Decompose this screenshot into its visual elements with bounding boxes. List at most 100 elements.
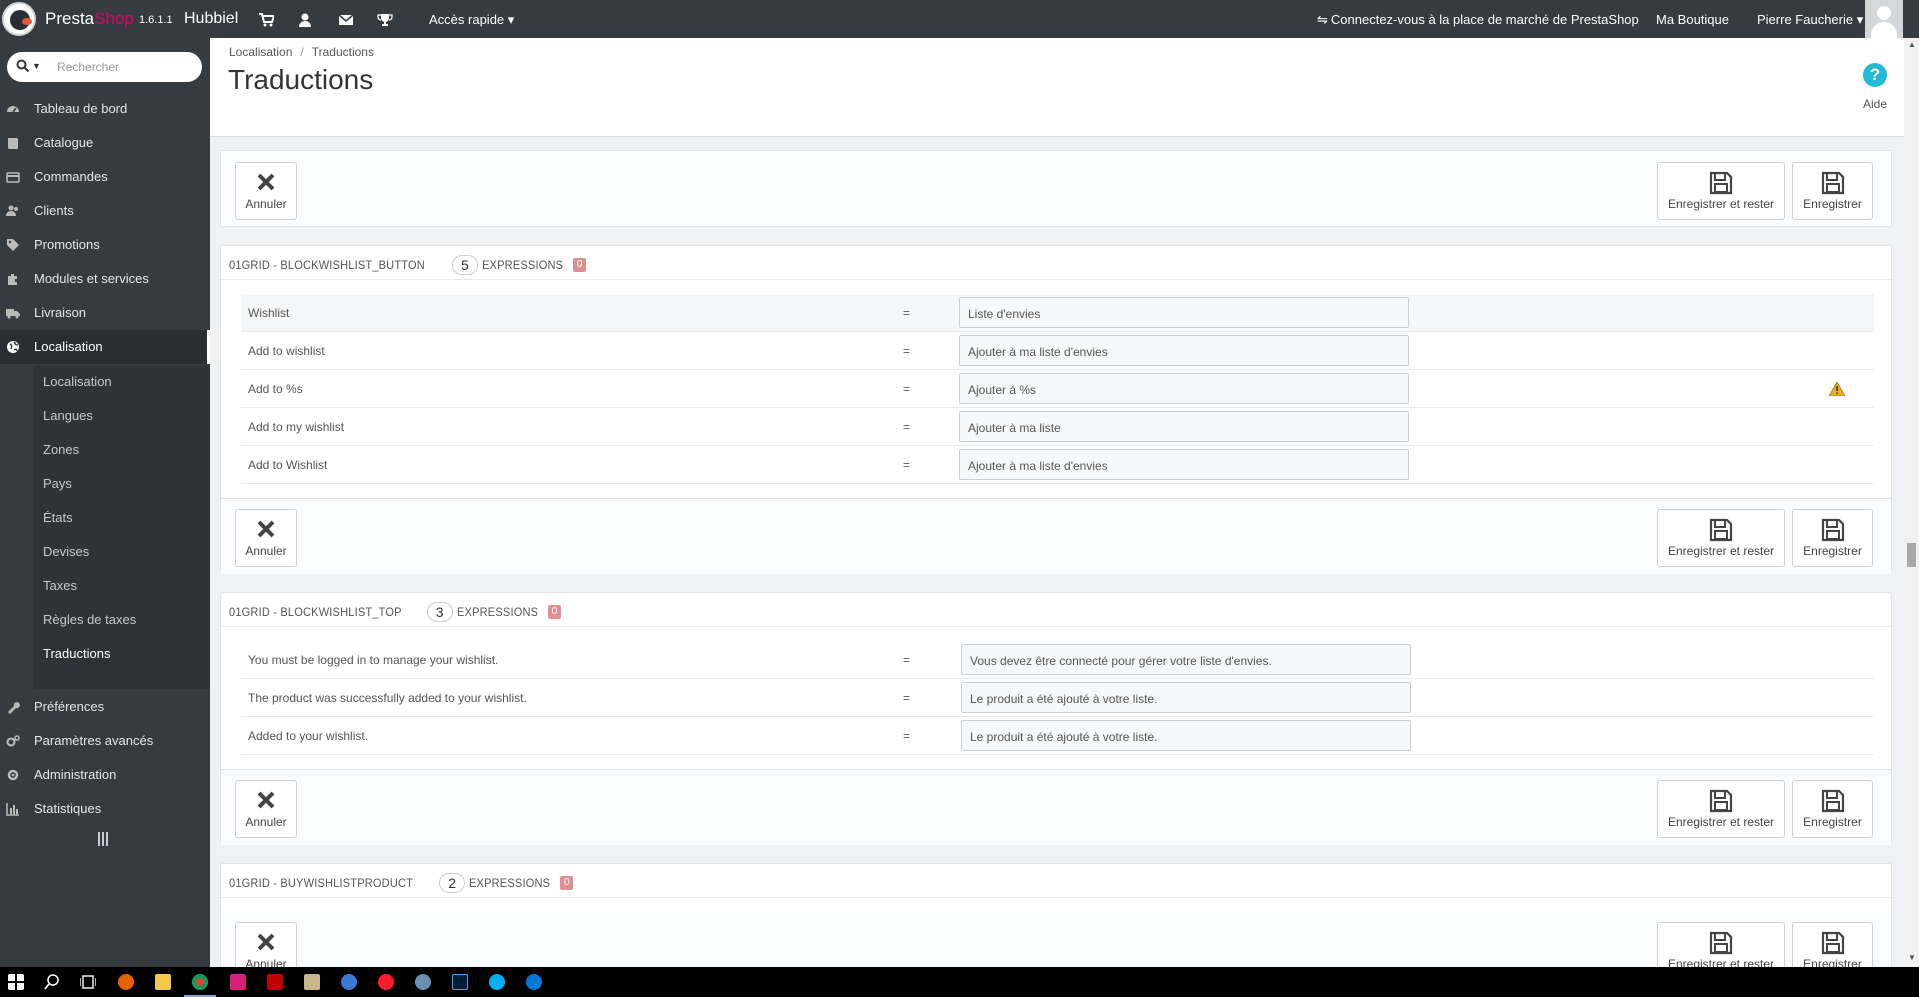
submenu-item-localization[interactable]: Localisation [43, 374, 112, 389]
save-and-stay-button[interactable]: Enregistrer et rester [1657, 162, 1785, 220]
equals-sign: = [903, 458, 911, 472]
submenu-item-zones[interactable]: Zones [43, 442, 79, 457]
collapse-sidebar-icon[interactable] [98, 832, 110, 846]
scrollbar[interactable]: ▲ ▼ [1904, 38, 1919, 967]
submenu-item-translations[interactable]: Traductions [43, 646, 110, 661]
translation-input[interactable]: Le produit a été ajouté à votre liste. [961, 720, 1411, 751]
section-header: 01GRID - BLOCKWISHLIST_TOP 3 EXPRESSIONS… [229, 602, 561, 622]
sidebar-item-advanced-params[interactable]: Paramètres avancés [0, 724, 210, 758]
submenu-item-currencies[interactable]: Devises [43, 544, 89, 559]
panel-footer: Annuler Enregistrer et rester Enregistre… [221, 498, 1891, 574]
sidebar-item-administration[interactable]: Administration [0, 758, 210, 792]
sidebar-item-preferences[interactable]: Préférences [0, 690, 210, 724]
user-icon[interactable] [297, 12, 313, 28]
translation-input[interactable]: Ajouter à %s [959, 373, 1409, 404]
filezilla-icon[interactable] [267, 974, 283, 990]
expressions-label: EXPRESSIONS [469, 876, 551, 890]
translation-row: The product was successfully added to yo… [241, 679, 1874, 717]
search-box[interactable]: ▼ Rechercher [7, 52, 202, 82]
file-explorer-icon[interactable] [155, 974, 171, 990]
floppy-disk-icon [1709, 789, 1733, 813]
sidebar-item-modules[interactable]: Modules et services [0, 262, 210, 296]
submenu-item-taxes[interactable]: Taxes [43, 578, 77, 593]
floppy-disk-icon [1709, 171, 1733, 195]
scroll-up-arrow-icon[interactable]: ▲ [1908, 40, 1916, 49]
sidebar-item-orders[interactable]: Commandes [0, 160, 210, 194]
section-header: 01GRID - BUYWISHLISTPRODUCT 2 EXPRESSION… [229, 873, 574, 893]
submenu-item-tax-rules[interactable]: Règles de taxes [43, 612, 136, 627]
equals-sign: = [903, 344, 911, 358]
firefox-icon[interactable] [118, 974, 134, 990]
equals-sign: = [903, 729, 911, 743]
envelope-icon[interactable] [338, 12, 354, 28]
my-shop-link[interactable]: Ma Boutique [1656, 12, 1729, 27]
expression-count-badge: 3 [426, 602, 453, 622]
cart-icon[interactable] [258, 12, 274, 28]
translation-section: 01GRID - BLOCKWISHLIST_TOP 3 EXPRESSIONS… [220, 592, 1892, 845]
breadcrumb-item[interactable]: Localisation [229, 45, 292, 59]
search-icon[interactable] [44, 974, 60, 990]
cancel-button[interactable]: Annuler [235, 162, 297, 220]
translation-row: Add to my wishlist = Ajouter à ma liste [241, 408, 1874, 446]
help-label[interactable]: Aide [1863, 97, 1893, 111]
exchange-icon: ⇋ [1317, 12, 1328, 27]
shop-name[interactable]: Hubbiel [184, 10, 238, 28]
photoshop-icon[interactable] [452, 974, 468, 990]
app-icon[interactable] [415, 974, 431, 990]
translation-input[interactable]: Vous devez être connecté pour gérer votr… [961, 644, 1411, 675]
translation-input[interactable]: Ajouter à ma liste [959, 411, 1409, 442]
source-string: Added to your wishlist. [248, 729, 369, 743]
breadcrumb-item[interactable]: Traductions [312, 45, 374, 59]
user-menu[interactable]: Pierre Faucherie ▾ [1757, 12, 1863, 28]
scrollbar-thumb[interactable] [1907, 543, 1916, 567]
translation-input[interactable]: Ajouter à ma liste d'envies [959, 335, 1409, 366]
task-view-icon[interactable] [80, 974, 96, 990]
help-icon[interactable]: ? [1863, 63, 1887, 87]
avatar[interactable] [1865, 0, 1903, 38]
sidebar-item-statistics[interactable]: Statistiques [0, 792, 210, 826]
sidebar-item-dashboard[interactable]: Tableau de bord [0, 92, 210, 126]
trophy-icon[interactable] [377, 12, 393, 28]
equals-sign: = [903, 420, 911, 434]
submenu-item-countries[interactable]: Pays [43, 476, 72, 491]
taskbar [0, 967, 1919, 997]
save-and-stay-button[interactable]: Enregistrer et rester [1657, 509, 1785, 567]
scroll-down-arrow-icon[interactable]: ▼ [1908, 953, 1916, 962]
warning-icon [1829, 382, 1845, 396]
save-button[interactable]: Enregistrer [1792, 509, 1873, 567]
sidebar-item-catalog[interactable]: Catalogue [0, 126, 210, 160]
app-icon[interactable] [341, 974, 357, 990]
panel-footer: Annuler Enregistrer et rester Enregistre… [221, 769, 1891, 845]
equals-sign: = [903, 653, 911, 667]
sidebar-item-shipping[interactable]: Livraison [0, 296, 210, 330]
expressions-label: EXPRESSIONS [456, 605, 538, 619]
save-and-stay-button[interactable]: Enregistrer et rester [1657, 780, 1785, 838]
sidebar-item-customers[interactable]: Clients [0, 194, 210, 228]
opera-icon[interactable] [378, 974, 394, 990]
translation-input[interactable]: Le produit a été ajouté à votre liste. [961, 682, 1411, 713]
source-string: You must be logged in to manage your wis… [248, 653, 499, 667]
edge-icon[interactable] [526, 974, 542, 990]
marketplace-link[interactable]: ⇋ Connectez-vous à la place de marché de … [1317, 12, 1639, 28]
sidebar-item-promotions[interactable]: Promotions [0, 228, 210, 262]
save-button[interactable]: Enregistrer [1792, 162, 1873, 220]
cancel-button[interactable]: Annuler [235, 509, 297, 567]
prestashop-logo[interactable] [2, 2, 36, 36]
translation-input[interactable]: Liste d'envies [959, 297, 1409, 328]
quick-access-menu[interactable]: Accès rapide ▾ [429, 12, 514, 28]
chrome-icon[interactable] [192, 974, 208, 990]
submenu-item-states[interactable]: États [43, 510, 73, 525]
app-icon[interactable] [230, 974, 246, 990]
save-button[interactable]: Enregistrer [1792, 780, 1873, 838]
windows-start-icon[interactable] [8, 974, 24, 990]
translation-row: Add to Wishlist = Ajouter à ma liste d'e… [241, 446, 1874, 484]
submenu-item-languages[interactable]: Langues [43, 408, 93, 423]
app-icon[interactable] [304, 974, 320, 990]
skype-icon[interactable] [489, 974, 505, 990]
search-input[interactable]: Rechercher [57, 60, 119, 74]
sidebar-item-localization[interactable]: Localisation [0, 330, 210, 364]
caret-down-icon[interactable]: ▼ [32, 61, 41, 71]
credit-card-icon [6, 172, 20, 183]
cancel-button[interactable]: Annuler [235, 780, 297, 838]
translation-input[interactable]: Ajouter à ma liste d'envies [959, 449, 1409, 480]
